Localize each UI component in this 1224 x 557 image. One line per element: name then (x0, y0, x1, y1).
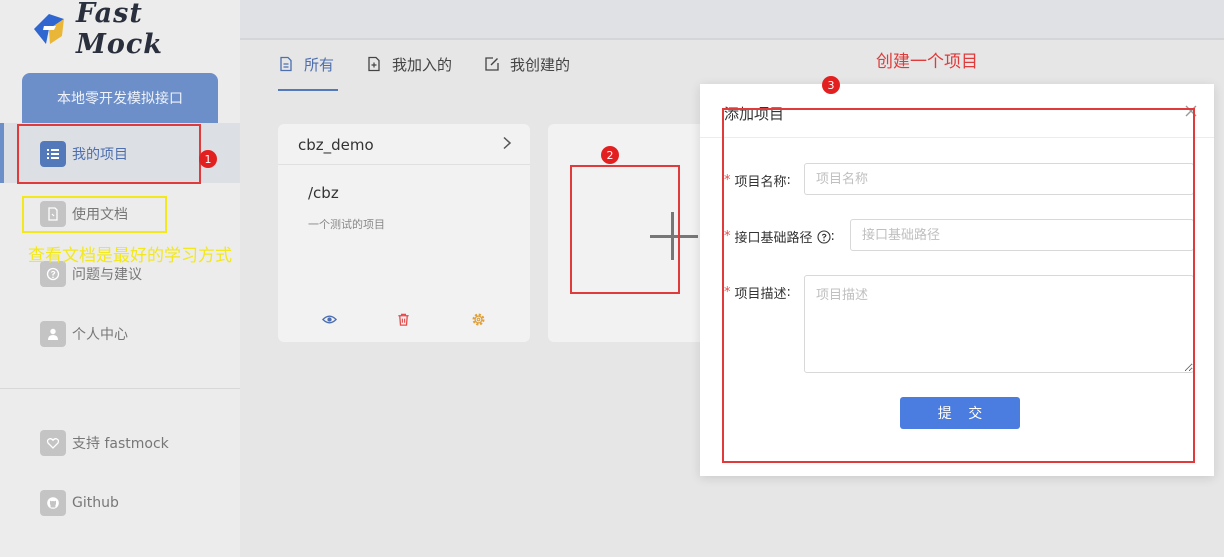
tab-joined[interactable]: 我加入的 (366, 50, 452, 78)
annotation-number-3: 3 (822, 76, 840, 94)
annotation-number-1: 1 (199, 150, 217, 168)
tab-created[interactable]: 我创建的 (484, 50, 570, 78)
heart-icon (40, 430, 66, 456)
annotation-box-1 (17, 124, 201, 184)
top-bar (240, 0, 1224, 40)
sidebar-item-profile[interactable]: 个人中心 (40, 321, 128, 347)
tab-label: 我创建的 (510, 55, 571, 74)
sidebar-item-support[interactable]: 支持 fastmock (40, 430, 169, 456)
card-actions (278, 312, 530, 327)
sidebar-item-github[interactable]: Github (40, 490, 119, 516)
gear-icon[interactable] (471, 312, 486, 327)
tab-label: 所有 (304, 55, 335, 74)
sidebar: Fast Mock 本地零开发模拟接口 我的项目 使用文档 问题与建议 个人中心… (0, 0, 240, 557)
project-card[interactable]: cbz_demo /cbz 一个测试的项目 (278, 124, 530, 342)
annotation-box-docs (22, 196, 167, 233)
github-icon (40, 490, 66, 516)
local-dev-button[interactable]: 本地零开发模拟接口 (22, 73, 218, 123)
trash-icon[interactable] (396, 312, 411, 327)
project-tabs: 所有 我加入的 我创建的 (278, 50, 602, 92)
eye-icon[interactable] (321, 312, 337, 327)
nav-active-indicator (0, 123, 4, 183)
sidebar-item-label: 问题与建议 (72, 267, 142, 283)
chevron-right-icon[interactable] (500, 136, 514, 150)
card-divider (278, 164, 530, 165)
tab-active-underline (278, 89, 338, 91)
sidebar-item-label: Github (72, 495, 119, 511)
file-icon (280, 56, 292, 72)
logo-icon (33, 14, 64, 44)
annotation-box-2 (570, 165, 680, 294)
sidebar-divider (0, 388, 240, 389)
tab-all[interactable]: 所有 (278, 50, 334, 78)
annotation-box-3 (722, 108, 1195, 463)
user-icon (40, 321, 66, 347)
logo-text: Fast Mock (75, 0, 163, 60)
annotation-docs-tip: 查看文档是最好的学习方式 (28, 246, 232, 266)
project-description: 一个测试的项目 (308, 218, 385, 231)
edit-icon (485, 57, 499, 71)
annotation-create-tip: 创建一个项目 (876, 52, 978, 72)
project-name[interactable]: cbz_demo (298, 136, 374, 154)
file-plus-icon (368, 56, 380, 72)
project-path: /cbz (308, 184, 339, 202)
tab-label: 我加入的 (392, 55, 453, 74)
sidebar-item-label: 支持 fastmock (72, 436, 169, 452)
sidebar-item-label: 个人中心 (72, 327, 128, 343)
logo[interactable]: Fast Mock (26, 0, 240, 60)
annotation-number-2: 2 (601, 146, 619, 164)
